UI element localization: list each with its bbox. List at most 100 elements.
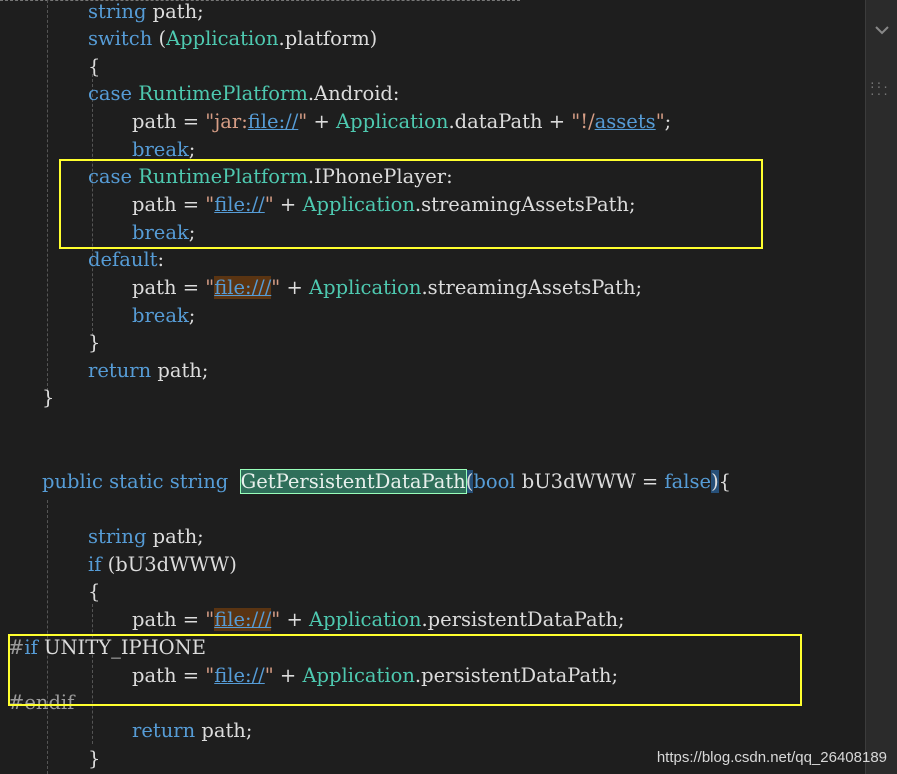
code-token: switch — [88, 27, 153, 50]
code-token: " — [205, 608, 215, 631]
code-token: : — [157, 248, 165, 271]
code-token: Application — [336, 110, 449, 133]
code-token: #endif — [8, 691, 75, 714]
code-token: "jar: — [205, 110, 248, 133]
code-token: bool — [473, 470, 516, 493]
code-line[interactable]: break; — [132, 302, 195, 329]
code-line[interactable]: string path; — [88, 523, 204, 550]
code-token: ( — [152, 27, 167, 50]
code-line[interactable]: path = "jar:file://" + Application.dataP… — [132, 108, 671, 135]
code-token: .persistentDataPath; — [421, 608, 625, 631]
code-editor[interactable]: string path; switch (Application.platform… — [0, 0, 865, 774]
code-token: default — [88, 248, 158, 271]
code-token: " — [271, 608, 281, 631]
code-token: RuntimePlatform — [138, 82, 308, 105]
code-token: path = — [132, 110, 206, 133]
code-token: ; — [188, 304, 196, 327]
code-token: if — [88, 553, 102, 576]
code-token: Application — [302, 664, 415, 687]
grip-icon[interactable]: ::. ··· — [869, 79, 891, 100]
code-line[interactable]: break; — [132, 136, 195, 163]
code-token: assets — [594, 110, 656, 133]
code-token: .platform) — [278, 27, 378, 50]
code-token: + — [273, 664, 303, 687]
code-token: Application — [309, 608, 422, 631]
code-token: " — [264, 664, 274, 687]
code-token: # — [8, 636, 25, 659]
top-border — [0, 0, 520, 3]
code-token: bU3dWWW = — [515, 470, 665, 493]
code-line[interactable]: return path; — [132, 717, 252, 744]
code-token: break — [132, 138, 189, 161]
code-token: " — [271, 276, 281, 299]
code-line[interactable]: { — [88, 53, 100, 80]
code-token: " — [205, 193, 215, 216]
code-token: .dataPath + — [448, 110, 572, 133]
code-token: return — [88, 359, 152, 382]
code-token: (bU3dWWW) — [101, 553, 237, 576]
code-line[interactable]: #endif — [8, 689, 74, 716]
code-token: path; — [151, 359, 209, 382]
code-token: " — [264, 193, 274, 216]
code-token: string — [88, 525, 147, 548]
code-token: path; — [146, 0, 204, 23]
code-token: "!/ — [571, 110, 595, 133]
code-line[interactable]: } — [42, 384, 54, 411]
code-token: + — [280, 608, 310, 631]
code-token: path = — [132, 664, 206, 687]
code-token: { — [718, 470, 732, 493]
code-token: path = — [132, 193, 206, 216]
code-line[interactable]: case RuntimePlatform.Android: — [88, 80, 400, 107]
code-line[interactable]: switch (Application.platform) — [88, 25, 377, 52]
code-token: } — [88, 747, 101, 770]
code-line[interactable]: case RuntimePlatform.IPhonePlayer: — [88, 163, 453, 190]
code-line[interactable]: path = "file://" + Application.persisten… — [132, 662, 618, 689]
code-line[interactable]: { — [88, 578, 100, 605]
code-line[interactable]: if (bU3dWWW) — [88, 551, 237, 578]
code-token: " — [205, 664, 215, 687]
code-token: break — [132, 304, 189, 327]
code-token: file:// — [214, 193, 265, 216]
code-token: " — [655, 110, 665, 133]
code-line[interactable]: } — [88, 329, 100, 356]
code-token: path = — [132, 276, 206, 299]
code-line[interactable]: string path; — [88, 0, 204, 25]
code-token: false — [664, 470, 712, 493]
code-line[interactable]: default: — [88, 246, 164, 273]
code-token: Application — [166, 27, 279, 50]
code-line[interactable]: public static string GetPersistentDataPa… — [42, 468, 731, 495]
vertical-scrollbar[interactable]: ::. ··· — [865, 0, 897, 774]
code-line[interactable]: path = "file:///" + Application.streamin… — [132, 274, 642, 301]
code-token: } — [42, 386, 55, 409]
chevron-down-icon[interactable] — [873, 18, 891, 42]
code-token: } — [88, 331, 101, 354]
code-token: UNITY_IPHONE — [37, 636, 206, 659]
code-token: .streamingAssetsPath; — [421, 276, 643, 299]
code-line[interactable]: path = "file:///" + Application.persiste… — [132, 606, 625, 633]
code-token: ; — [664, 110, 672, 133]
code-line[interactable]: } — [88, 745, 100, 772]
code-line[interactable]: path = "file://" + Application.streaming… — [132, 191, 636, 218]
code-token: file:// — [214, 664, 265, 687]
code-token: string — [169, 470, 229, 493]
code-token: path = — [132, 608, 206, 631]
code-line[interactable]: #if UNITY_IPHONE — [8, 634, 206, 661]
code-token: file:// — [247, 110, 299, 133]
code-line[interactable]: return path; — [88, 357, 208, 384]
code-token: .persistentDataPath; — [414, 664, 619, 687]
code-token: .Android: — [307, 82, 400, 105]
code-token: return — [132, 719, 196, 742]
code-token: file:/// — [214, 276, 272, 299]
code-token: .IPhonePlayer: — [307, 165, 453, 188]
code-token: Application — [309, 276, 422, 299]
code-token: static — [109, 470, 164, 493]
code-token: ; — [188, 221, 196, 244]
code-token: public — [42, 470, 103, 493]
code-line[interactable]: break; — [132, 219, 195, 246]
indent-guide — [47, 0, 48, 396]
code-token: " — [205, 276, 215, 299]
code-token: GetPersistentDataPath — [239, 469, 467, 494]
scrollbar-divider — [865, 0, 866, 774]
code-token: RuntimePlatform — [138, 165, 308, 188]
